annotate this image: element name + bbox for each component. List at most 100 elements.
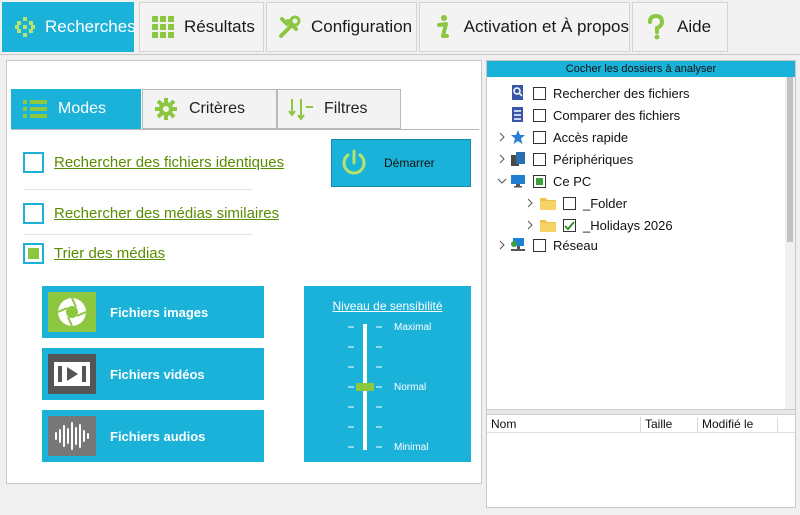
- audios-button[interactable]: Fichiers audios: [42, 410, 264, 462]
- tree-checkbox[interactable]: [533, 174, 546, 188]
- tree-checkbox[interactable]: [533, 130, 546, 144]
- tree-label: Périphériques: [553, 151, 634, 167]
- tab-label: Critères: [189, 100, 246, 117]
- sensitivity-slider[interactable]: [342, 322, 388, 450]
- tree-item-rechercher[interactable]: Rechercher des fichiers: [509, 82, 690, 104]
- sort-media-checkbox[interactable]: [23, 243, 44, 264]
- tree-checkbox[interactable]: [533, 108, 546, 122]
- media-label: Fichiers images: [110, 304, 209, 320]
- audio-wave-icon: [48, 416, 96, 456]
- tree-label: Comparer des fichiers: [553, 107, 681, 123]
- divider: [23, 189, 253, 190]
- devices-icon: [509, 150, 527, 168]
- tree-label: _Holidays 2026: [583, 217, 673, 233]
- folder-icon: [539, 216, 557, 234]
- tree-label: Rechercher des fichiers: [553, 85, 690, 101]
- divider: [23, 234, 253, 235]
- tab-label: Filtres: [324, 100, 368, 117]
- scrollbar-thumb[interactable]: [787, 77, 793, 242]
- min-label: Minimal: [394, 442, 429, 453]
- normal-label: Normal: [394, 382, 427, 393]
- tree-scrollbar[interactable]: [785, 77, 795, 411]
- slider-thumb[interactable]: [356, 383, 374, 391]
- mode-identical-files[interactable]: Rechercher des fichiers identiques: [23, 152, 284, 173]
- dots-grid-icon: [13, 14, 37, 40]
- power-icon: [340, 149, 368, 177]
- videos-button[interactable]: Fichiers vidéos: [42, 348, 264, 400]
- max-label: Maximal: [394, 322, 432, 333]
- mode-label[interactable]: Rechercher des médias similaires: [54, 205, 279, 222]
- tree-item-comparer[interactable]: Comparer des fichiers: [509, 104, 680, 126]
- tab-criteres[interactable]: Critères: [142, 89, 277, 129]
- tree-checkbox[interactable]: [533, 238, 546, 252]
- images-button[interactable]: Fichiers images: [42, 286, 264, 338]
- tree-label: Réseau: [553, 237, 598, 253]
- tab-aide[interactable]: Aide: [632, 2, 728, 52]
- tree-item-peripheriques[interactable]: Périphériques: [497, 148, 633, 170]
- start-label: Démarrer: [384, 156, 435, 170]
- filter-arrows-icon: [288, 96, 314, 122]
- tab-filtres[interactable]: Filtres: [277, 89, 401, 129]
- column-nom[interactable]: Nom: [487, 417, 641, 433]
- help-icon: [643, 14, 669, 40]
- tab-label: Recherches: [45, 17, 136, 36]
- tree-item-ce-pc[interactable]: Ce PC: [497, 170, 591, 192]
- similar-media-checkbox[interactable]: [23, 203, 44, 224]
- tree-label: Ce PC: [553, 173, 592, 189]
- chevron-right-icon[interactable]: [497, 240, 507, 250]
- folders-panel: Cocher les dossiers à analyser Recherche…: [486, 60, 796, 508]
- tree-item-acces-rapide[interactable]: Accès rapide: [497, 126, 628, 148]
- tab-resultats[interactable]: Résultats: [139, 2, 264, 52]
- tree-checkbox[interactable]: [533, 152, 546, 166]
- chevron-down-icon[interactable]: [497, 176, 507, 186]
- mode-label[interactable]: Rechercher des fichiers identiques: [54, 154, 284, 171]
- tab-label: Modes: [58, 100, 107, 117]
- mode-sort-media[interactable]: Trier des médias: [23, 243, 165, 264]
- monitor-icon: [509, 172, 527, 190]
- tab-label: Résultats: [184, 17, 255, 36]
- main-tab-bar: Recherches Résultats Configuration Activ…: [0, 0, 800, 55]
- chevron-right-icon[interactable]: [525, 220, 535, 230]
- chevron-right-icon[interactable]: [497, 132, 507, 142]
- media-label: Fichiers audios: [110, 428, 206, 444]
- sensitivity-panel: Niveau de sensibilité Maximal Normal Min…: [304, 286, 471, 462]
- tree-item-holidays[interactable]: _Holidays 2026: [525, 214, 673, 236]
- network-icon: [509, 236, 527, 254]
- chevron-right-icon[interactable]: [525, 198, 535, 208]
- video-play-icon: [48, 354, 96, 394]
- folders-header: Cocher les dossiers à analyser: [487, 61, 795, 77]
- grid-icon: [150, 14, 176, 40]
- checkmark-icon: [564, 220, 575, 230]
- gear-icon: [153, 96, 179, 122]
- info-icon: [430, 14, 456, 40]
- folder-icon: [539, 194, 557, 212]
- tab-recherches[interactable]: Recherches: [2, 2, 136, 52]
- column-modifie[interactable]: Modifié le: [698, 417, 778, 433]
- sensitivity-title: Niveau de sensibilité: [332, 299, 443, 313]
- search-file-icon: [509, 84, 527, 102]
- tree-checkbox[interactable]: [563, 218, 576, 232]
- identical-files-checkbox[interactable]: [23, 152, 44, 173]
- tab-label: Activation et À propos: [463, 17, 629, 36]
- file-list-header: Nom Taille Modifié le: [487, 415, 795, 433]
- list-icon: [22, 96, 48, 122]
- tree-checkbox[interactable]: [563, 196, 576, 210]
- chevron-right-icon[interactable]: [497, 154, 507, 164]
- tree-label: _Folder: [583, 195, 628, 211]
- column-taille[interactable]: Taille: [641, 417, 698, 433]
- media-label: Fichiers vidéos: [110, 366, 205, 382]
- folder-tree: Rechercher des fichiers Comparer des fic…: [487, 77, 783, 411]
- tree-item-reseau[interactable]: Réseau: [497, 234, 598, 256]
- compare-file-icon: [509, 106, 527, 124]
- tab-modes[interactable]: Modes: [11, 89, 141, 129]
- tree-item-folder[interactable]: _Folder: [525, 192, 627, 214]
- mode-label[interactable]: Trier des médias: [54, 245, 165, 262]
- mode-similar-media[interactable]: Rechercher des médias similaires: [23, 203, 279, 224]
- tree-label: Accès rapide: [553, 129, 629, 145]
- tree-checkbox[interactable]: [533, 86, 546, 100]
- aperture-icon: [48, 292, 96, 332]
- start-button[interactable]: Démarrer: [331, 139, 471, 187]
- tab-activation[interactable]: Activation et À propos: [419, 2, 630, 52]
- tab-label: Aide: [677, 17, 712, 36]
- tab-configuration[interactable]: Configuration: [266, 2, 417, 52]
